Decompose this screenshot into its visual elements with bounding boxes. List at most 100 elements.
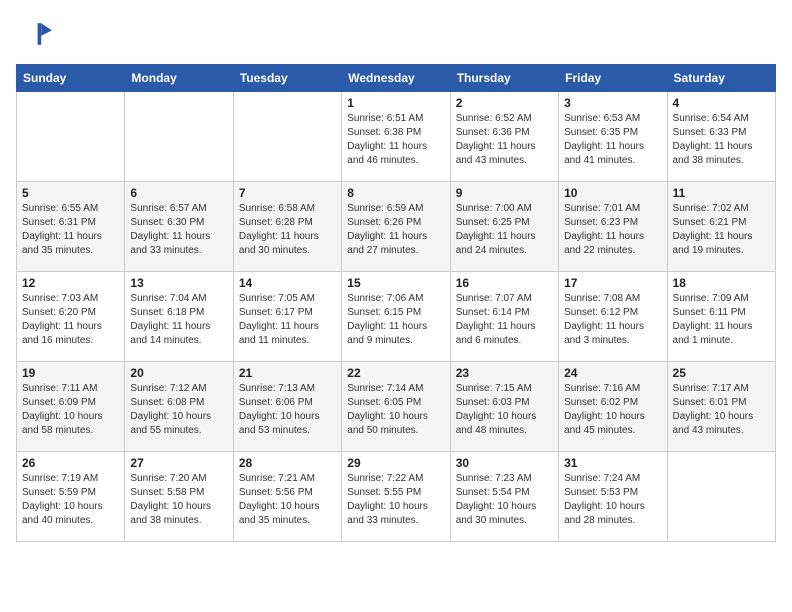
calendar-week-row: 1Sunrise: 6:51 AM Sunset: 6:38 PM Daylig…: [17, 92, 776, 182]
day-number: 13: [130, 276, 227, 290]
day-number: 19: [22, 366, 119, 380]
calendar-cell: 14 Sunrise: 7:05 AM Sunset: 6:17 PM Dayli…: [233, 272, 341, 362]
logo: [16, 16, 56, 52]
calendar-cell: 2 Sunrise: 6:52 AM Sunset: 6:36 PM Daylig…: [450, 92, 558, 182]
day-info: Sunrise: 7:21 AM Sunset: 5:56 PM Dayligh…: [239, 472, 336, 528]
calendar-week-row: 26 Sunrise: 7:19 AM Sunset: 5:59 PM Dayli…: [17, 452, 776, 542]
logo-icon: [16, 16, 52, 52]
weekday-header: Wednesday: [342, 65, 450, 92]
calendar-cell: 16 Sunrise: 7:07 AM Sunset: 6:14 PM Dayli…: [450, 272, 558, 362]
calendar-week-row: 19 Sunrise: 7:11 AM Sunset: 6:09 PM Dayli…: [17, 362, 776, 452]
day-info: Sunrise: 6:52 AM Sunset: 6:36 PM Dayligh…: [456, 112, 553, 168]
day-number: 14: [239, 276, 336, 290]
day-info: Sunrise: 7:23 AM Sunset: 5:54 PM Dayligh…: [456, 472, 553, 528]
day-number: 21: [239, 366, 336, 380]
day-info: Sunrise: 7:11 AM Sunset: 6:09 PM Dayligh…: [22, 382, 119, 438]
weekday-header: Thursday: [450, 65, 558, 92]
calendar-week-row: 5Sunrise: 6:55 AM Sunset: 6:31 PM Daylig…: [17, 182, 776, 272]
day-number: 27: [130, 456, 227, 470]
day-info: Sunrise: 7:14 AM Sunset: 6:05 PM Dayligh…: [347, 382, 444, 438]
day-info: Sunrise: 7:02 AM Sunset: 6:21 PM Dayligh…: [673, 202, 770, 258]
calendar-cell: 24 Sunrise: 7:16 AM Sunset: 6:02 PM Dayli…: [559, 362, 667, 452]
day-info: Sunrise: 7:00 AM Sunset: 6:25 PM Dayligh…: [456, 202, 553, 258]
calendar-cell: 17 Sunrise: 7:08 AM Sunset: 6:12 PM Dayli…: [559, 272, 667, 362]
day-number: 9: [456, 186, 553, 200]
weekday-header: Tuesday: [233, 65, 341, 92]
day-number: 15: [347, 276, 444, 290]
day-number: 20: [130, 366, 227, 380]
calendar-cell: 8 Sunrise: 6:59 AM Sunset: 6:26 PM Daylig…: [342, 182, 450, 272]
day-info: Sunrise: 7:06 AM Sunset: 6:15 PM Dayligh…: [347, 292, 444, 348]
day-number: 22: [347, 366, 444, 380]
calendar-cell: 18Sunrise: 7:09 AM Sunset: 6:11 PM Dayli…: [667, 272, 775, 362]
calendar-cell: 31 Sunrise: 7:24 AM Sunset: 5:53 PM Dayli…: [559, 452, 667, 542]
day-info: Sunrise: 7:08 AM Sunset: 6:12 PM Dayligh…: [564, 292, 661, 348]
calendar-cell: 26 Sunrise: 7:19 AM Sunset: 5:59 PM Dayli…: [17, 452, 125, 542]
calendar-cell: 6 Sunrise: 6:57 AM Sunset: 6:30 PM Daylig…: [125, 182, 233, 272]
day-number: 16: [456, 276, 553, 290]
day-number: 18: [673, 276, 770, 290]
day-number: 24: [564, 366, 661, 380]
day-number: 3: [564, 96, 661, 110]
calendar-cell: 5Sunrise: 6:55 AM Sunset: 6:31 PM Daylig…: [17, 182, 125, 272]
day-info: Sunrise: 7:03 AM Sunset: 6:20 PM Dayligh…: [22, 292, 119, 348]
calendar-cell: 29 Sunrise: 7:22 AM Sunset: 5:55 PM Dayli…: [342, 452, 450, 542]
day-info: Sunrise: 7:05 AM Sunset: 6:17 PM Dayligh…: [239, 292, 336, 348]
day-number: 11: [673, 186, 770, 200]
calendar-cell: 27 Sunrise: 7:20 AM Sunset: 5:58 PM Dayli…: [125, 452, 233, 542]
calendar-cell: 28Sunrise: 7:21 AM Sunset: 5:56 PM Dayli…: [233, 452, 341, 542]
day-info: Sunrise: 7:19 AM Sunset: 5:59 PM Dayligh…: [22, 472, 119, 528]
calendar-cell: 22 Sunrise: 7:14 AM Sunset: 6:05 PM Dayli…: [342, 362, 450, 452]
weekday-header: Friday: [559, 65, 667, 92]
day-info: Sunrise: 6:58 AM Sunset: 6:28 PM Dayligh…: [239, 202, 336, 258]
day-info: Sunrise: 7:17 AM Sunset: 6:01 PM Dayligh…: [673, 382, 770, 438]
calendar-cell: 3Sunrise: 6:53 AM Sunset: 6:35 PM Daylig…: [559, 92, 667, 182]
day-number: 7: [239, 186, 336, 200]
calendar-cell: 1Sunrise: 6:51 AM Sunset: 6:38 PM Daylig…: [342, 92, 450, 182]
day-number: 4: [673, 96, 770, 110]
calendar-cell: 7 Sunrise: 6:58 AM Sunset: 6:28 PM Daylig…: [233, 182, 341, 272]
day-info: Sunrise: 7:16 AM Sunset: 6:02 PM Dayligh…: [564, 382, 661, 438]
day-info: Sunrise: 7:04 AM Sunset: 6:18 PM Dayligh…: [130, 292, 227, 348]
day-number: 29: [347, 456, 444, 470]
page-header: [16, 16, 776, 52]
calendar-cell: 13 Sunrise: 7:04 AM Sunset: 6:18 PM Dayli…: [125, 272, 233, 362]
calendar-cell: [125, 92, 233, 182]
day-number: 17: [564, 276, 661, 290]
day-number: 8: [347, 186, 444, 200]
day-info: Sunrise: 7:15 AM Sunset: 6:03 PM Dayligh…: [456, 382, 553, 438]
calendar-cell: 30 Sunrise: 7:23 AM Sunset: 5:54 PM Dayli…: [450, 452, 558, 542]
day-info: Sunrise: 6:57 AM Sunset: 6:30 PM Dayligh…: [130, 202, 227, 258]
day-number: 31: [564, 456, 661, 470]
day-info: Sunrise: 7:01 AM Sunset: 6:23 PM Dayligh…: [564, 202, 661, 258]
calendar-cell: 21 Sunrise: 7:13 AM Sunset: 6:06 PM Dayli…: [233, 362, 341, 452]
day-number: 6: [130, 186, 227, 200]
day-number: 30: [456, 456, 553, 470]
calendar-cell: 15 Sunrise: 7:06 AM Sunset: 6:15 PM Dayli…: [342, 272, 450, 362]
day-info: Sunrise: 7:13 AM Sunset: 6:06 PM Dayligh…: [239, 382, 336, 438]
day-info: Sunrise: 7:24 AM Sunset: 5:53 PM Dayligh…: [564, 472, 661, 528]
calendar-cell: 25Sunrise: 7:17 AM Sunset: 6:01 PM Dayli…: [667, 362, 775, 452]
calendar-cell: 12Sunrise: 7:03 AM Sunset: 6:20 PM Dayli…: [17, 272, 125, 362]
day-info: Sunrise: 7:20 AM Sunset: 5:58 PM Dayligh…: [130, 472, 227, 528]
day-number: 26: [22, 456, 119, 470]
day-info: Sunrise: 6:55 AM Sunset: 6:31 PM Dayligh…: [22, 202, 119, 258]
weekday-header: Monday: [125, 65, 233, 92]
calendar-cell: 20Sunrise: 7:12 AM Sunset: 6:08 PM Dayli…: [125, 362, 233, 452]
day-number: 2: [456, 96, 553, 110]
calendar-table: SundayMondayTuesdayWednesdayThursdayFrid…: [16, 64, 776, 542]
calendar-cell: [667, 452, 775, 542]
weekday-header: Sunday: [17, 65, 125, 92]
calendar-cell: 10Sunrise: 7:01 AM Sunset: 6:23 PM Dayli…: [559, 182, 667, 272]
calendar-cell: [17, 92, 125, 182]
calendar-cell: 9 Sunrise: 7:00 AM Sunset: 6:25 PM Daylig…: [450, 182, 558, 272]
day-info: Sunrise: 7:22 AM Sunset: 5:55 PM Dayligh…: [347, 472, 444, 528]
calendar-cell: 23 Sunrise: 7:15 AM Sunset: 6:03 PM Dayli…: [450, 362, 558, 452]
day-info: Sunrise: 6:59 AM Sunset: 6:26 PM Dayligh…: [347, 202, 444, 258]
day-info: Sunrise: 6:54 AM Sunset: 6:33 PM Dayligh…: [673, 112, 770, 168]
calendar-header-row: SundayMondayTuesdayWednesdayThursdayFrid…: [17, 65, 776, 92]
day-info: Sunrise: 6:51 AM Sunset: 6:38 PM Dayligh…: [347, 112, 444, 168]
day-info: Sunrise: 7:07 AM Sunset: 6:14 PM Dayligh…: [456, 292, 553, 348]
day-number: 23: [456, 366, 553, 380]
weekday-header: Saturday: [667, 65, 775, 92]
